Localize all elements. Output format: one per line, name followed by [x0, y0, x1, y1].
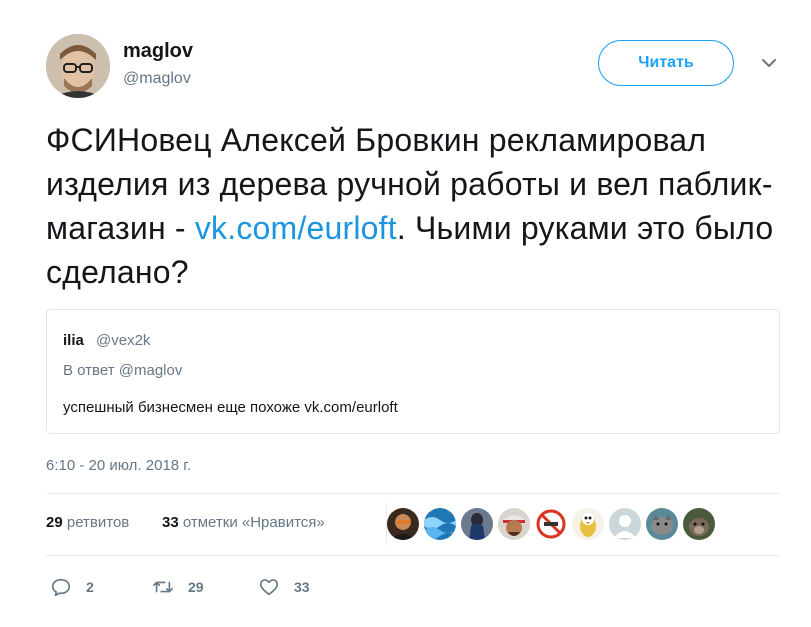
- like-button[interactable]: 33: [258, 570, 310, 604]
- author-handle[interactable]: @maglov: [123, 70, 191, 88]
- tweet-text: ФСИНовец Алексей Бровкин рекламировал из…: [46, 118, 786, 294]
- chevron-down-icon[interactable]: [760, 56, 778, 70]
- reply-button[interactable]: 2: [50, 570, 94, 604]
- default-avatar-icon: [609, 508, 641, 540]
- avatar-4-icon: [498, 508, 530, 540]
- avatar-6-icon: [572, 508, 604, 540]
- likes-label: отметки «Нравится»: [182, 514, 325, 531]
- liker-avatar[interactable]: [572, 508, 604, 540]
- reply-context: В ответ @maglov: [63, 362, 182, 379]
- retweets-count: 29: [46, 514, 63, 531]
- avatar-3-icon: [461, 508, 493, 540]
- likes-stat[interactable]: 33 отметки «Нравится»: [162, 514, 325, 531]
- retweet-button[interactable]: 29: [152, 570, 204, 604]
- avatar-1-icon: [387, 508, 419, 540]
- liker-avatar[interactable]: [424, 508, 456, 540]
- reply-to-handle: @maglov: [118, 362, 183, 379]
- divider: [46, 555, 780, 556]
- liker-avatar[interactable]: [609, 508, 641, 540]
- follow-button[interactable]: Читать: [598, 40, 734, 86]
- quoted-author-name: ilia: [63, 332, 84, 349]
- retweet-icon: [153, 581, 173, 593]
- liker-avatar[interactable]: [683, 508, 715, 540]
- liker-avatar[interactable]: [646, 508, 678, 540]
- retweet-count: 29: [188, 579, 204, 595]
- liker-avatar[interactable]: [498, 508, 530, 540]
- reply-prefix: В ответ: [63, 362, 115, 379]
- reply-count: 2: [86, 579, 94, 595]
- avatar-8-icon: [646, 508, 678, 540]
- liker-avatar[interactable]: [387, 508, 419, 540]
- retweets-stat[interactable]: 29 ретвитов: [46, 514, 129, 531]
- avatar-2-icon: [424, 508, 456, 540]
- heart-icon: [259, 579, 279, 596]
- quoted-tweet-text: успешный бизнесмен еще похоже vk.com/eur…: [63, 399, 398, 416]
- tweet-stats: 29 ретвитов 33 отметки «Нравится»: [46, 493, 780, 555]
- author-avatar[interactable]: [46, 34, 110, 98]
- tweet-timestamp[interactable]: 6:10 - 20 июл. 2018 г.: [46, 457, 191, 474]
- user-avatar-icon: [46, 34, 110, 98]
- quoted-tweet[interactable]: ilia @vex2k В ответ @maglov успешный биз…: [46, 309, 780, 434]
- tweet-actions: 2 29 33: [46, 570, 780, 604]
- retweets-label: ретвитов: [66, 514, 130, 531]
- like-count: 33: [294, 579, 310, 595]
- avatar-5-icon: [535, 508, 567, 540]
- quoted-author-handle: @vex2k: [96, 332, 151, 349]
- author-name[interactable]: maglov: [123, 40, 193, 63]
- liker-avatar[interactable]: [535, 508, 567, 540]
- reply-icon: [51, 578, 71, 597]
- avatar-9-icon: [683, 508, 715, 540]
- likes-count: 33: [162, 514, 179, 531]
- tweet-link[interactable]: vk.com/eurloft: [195, 210, 397, 246]
- liker-avatar[interactable]: [461, 508, 493, 540]
